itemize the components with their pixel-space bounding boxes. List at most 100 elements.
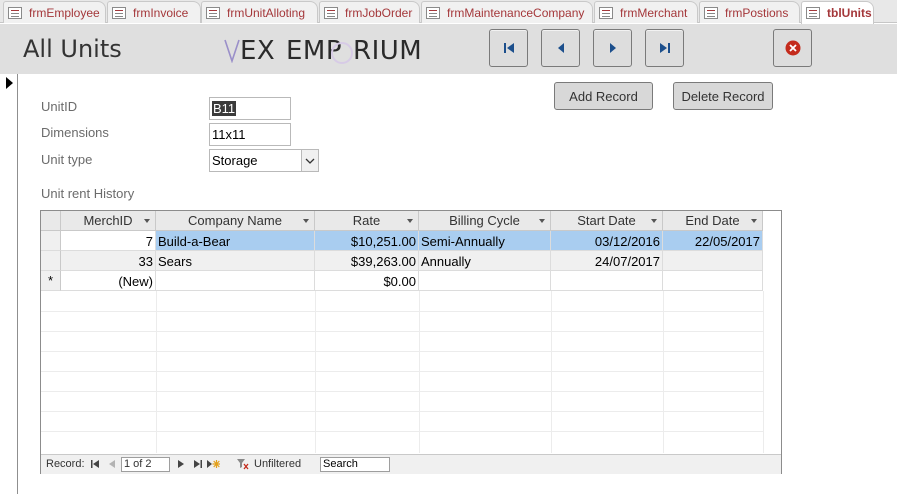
dropdown-arrow-icon	[539, 219, 545, 223]
cell-billing-cycle[interactable]: Semi-Annually	[419, 231, 551, 251]
cell-end-date-new[interactable]	[663, 271, 763, 291]
tab-tblunits[interactable]: tblUnits	[801, 1, 874, 24]
logo-o-mark	[331, 42, 353, 64]
grid-line	[41, 371, 763, 372]
record-selector[interactable]	[0, 74, 18, 494]
record-label: Record:	[46, 458, 85, 470]
cell-company-name-new[interactable]	[156, 271, 315, 291]
tab-label: frmInvoice	[133, 5, 189, 20]
column-header-company-name[interactable]: Company Name	[156, 211, 315, 231]
cell-company-name[interactable]: Build-a-Bear	[156, 231, 315, 251]
grid-line	[41, 431, 763, 432]
column-header-label: Company Name	[188, 213, 282, 228]
cell-merchid[interactable]: 7	[61, 231, 156, 251]
form-icon	[206, 6, 220, 19]
next-record-icon[interactable]	[178, 460, 184, 468]
dropdown-arrow-icon	[651, 219, 657, 223]
tab-frmunitalloting[interactable]: frmUnitAlloting	[201, 1, 318, 23]
tab-frminvoice[interactable]: frmInvoice	[107, 1, 201, 23]
cell-rate-new[interactable]: $0.00	[315, 271, 419, 291]
column-header-merchid[interactable]: MerchID	[61, 211, 156, 231]
unitid-field[interactable]: B11	[209, 97, 291, 120]
next-record-icon	[609, 43, 616, 53]
form-icon	[8, 6, 22, 19]
column-header-label: End Date	[685, 213, 740, 228]
unitid-label: UnitID	[41, 99, 78, 114]
select-all-corner[interactable]	[41, 211, 61, 231]
row-selector[interactable]	[41, 231, 61, 251]
search-input[interactable]: Search	[320, 457, 390, 472]
dropdown-arrow-icon	[751, 219, 757, 223]
current-record-arrow-icon	[6, 77, 13, 89]
row-selector[interactable]	[41, 251, 61, 271]
cell-rate[interactable]: $39,263.00	[315, 251, 419, 271]
dimensions-label: Dimensions	[41, 125, 109, 140]
datasheet-grid: MerchID Company Name Rate Billing Cycle …	[41, 211, 781, 453]
cell-billing-cycle[interactable]: Annually	[419, 251, 551, 271]
filter-icon[interactable]	[237, 459, 249, 470]
tab-frmpostions[interactable]: frmPostions	[699, 1, 800, 23]
grid-line	[41, 391, 763, 392]
cell-start-date[interactable]: 03/12/2016	[551, 231, 663, 251]
new-record-marker: *	[41, 271, 61, 291]
unit-type-label: Unit type	[41, 152, 93, 167]
last-record-button[interactable]	[645, 29, 684, 67]
grid-line	[41, 331, 763, 332]
unit-type-combobox[interactable]: Storage	[209, 149, 319, 172]
first-record-icon[interactable]	[91, 460, 99, 468]
tab-label: frmMerchant	[620, 5, 688, 20]
tab-label: frmJobOrder	[345, 5, 413, 20]
cell-merchid[interactable]: 33	[61, 251, 156, 271]
chevron-down-icon	[305, 158, 315, 164]
cell-merchid-new[interactable]: (New)	[61, 271, 156, 291]
column-header-billing-cycle[interactable]: Billing Cycle	[419, 211, 551, 231]
form-icon	[324, 6, 338, 19]
page-title: All Units	[23, 35, 122, 63]
next-record-button[interactable]	[593, 29, 632, 67]
grid-line	[315, 291, 316, 453]
tab-frmmerchant[interactable]: frmMerchant	[594, 1, 698, 23]
close-icon	[785, 40, 800, 56]
unit-type-value: Storage	[212, 153, 258, 168]
unit-rent-history-subform: MerchID Company Name Rate Billing Cycle …	[40, 210, 782, 474]
cell-end-date[interactable]: 22/05/2017	[663, 231, 763, 251]
grid-line	[41, 351, 763, 352]
form-icon	[112, 6, 126, 19]
tab-frmmaintenancecompany[interactable]: frmMaintenanceCompany	[421, 1, 593, 23]
filter-status[interactable]: Unfiltered	[254, 458, 301, 470]
dimensions-field[interactable]: 11x11	[209, 123, 291, 146]
delete-record-button[interactable]: Delete Record	[673, 82, 773, 110]
unitid-value: B11	[212, 101, 237, 116]
previous-record-button[interactable]	[541, 29, 580, 67]
cell-rate[interactable]: $10,251.00	[315, 231, 419, 251]
column-header-label: Rate	[352, 213, 381, 228]
grid-line	[763, 291, 764, 453]
tab-frmjoborder[interactable]: frmJobOrder	[319, 1, 420, 23]
close-form-button[interactable]	[773, 29, 812, 67]
column-header-start-date[interactable]: Start Date	[551, 211, 663, 231]
grid-line	[663, 291, 664, 453]
current-record-input[interactable]: 1 of 2	[121, 457, 170, 472]
cell-start-date-new[interactable]	[551, 271, 663, 291]
cell-company-name[interactable]: Sears	[156, 251, 315, 271]
document-tab-bar: frmEmployee frmInvoice frmUnitAlloting f…	[0, 0, 897, 24]
add-record-button[interactable]: Add Record	[554, 82, 653, 110]
previous-record-icon[interactable]	[109, 460, 115, 468]
logo-text-rium: RIUM	[353, 36, 423, 66]
column-header-end-date[interactable]: End Date	[663, 211, 763, 231]
cell-end-date[interactable]	[663, 251, 763, 271]
grid-line	[419, 291, 420, 453]
column-header-rate[interactable]: Rate	[315, 211, 419, 231]
tab-frmemployee[interactable]: frmEmployee	[3, 1, 106, 23]
grid-line	[41, 411, 763, 412]
cell-start-date[interactable]: 24/07/2017	[551, 251, 663, 271]
first-record-button[interactable]	[489, 29, 528, 67]
grid-line	[156, 291, 157, 453]
last-record-icon[interactable]	[194, 460, 202, 468]
cell-billing-cycle-new[interactable]	[419, 271, 551, 291]
unit-type-dropdown-button[interactable]	[301, 150, 318, 171]
first-record-icon	[503, 43, 514, 53]
new-record-icon[interactable]	[207, 459, 220, 469]
column-header-label: MerchID	[83, 213, 133, 228]
logo-text-ex: EX	[240, 36, 276, 66]
